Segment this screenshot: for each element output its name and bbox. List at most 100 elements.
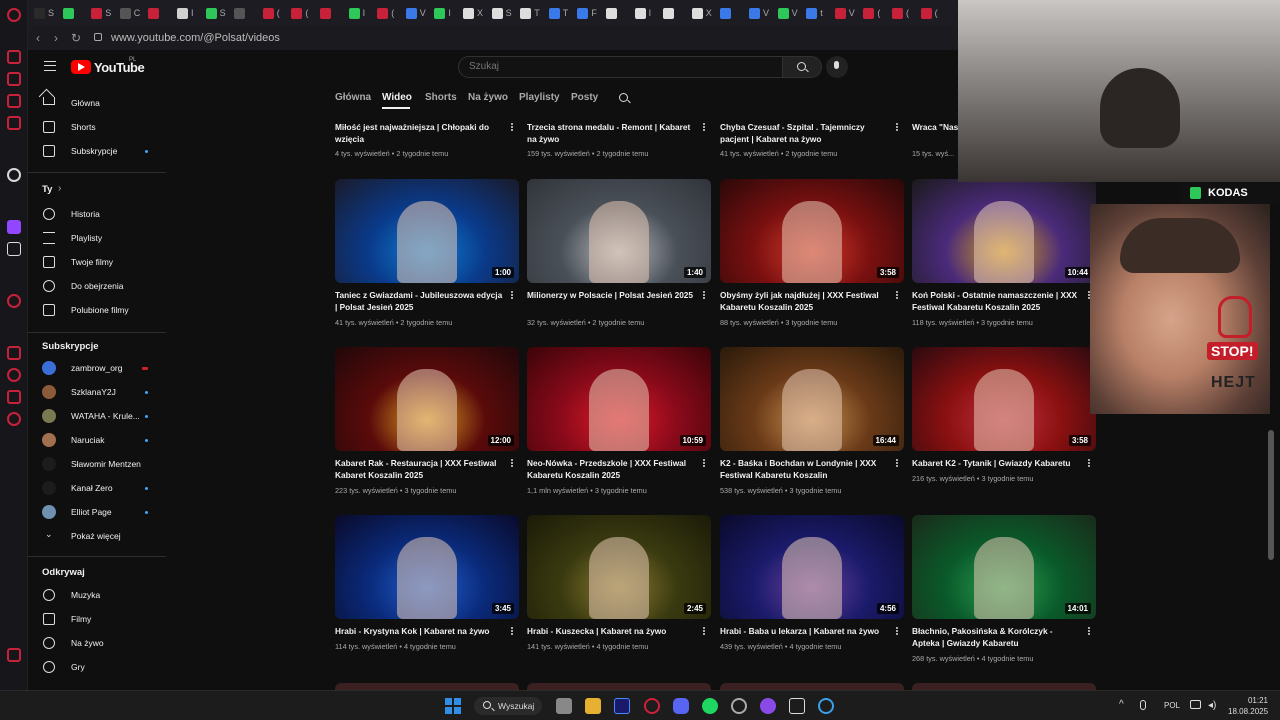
network-icon[interactable] bbox=[1190, 700, 1201, 709]
video-thumbnail[interactable]: 2:45 bbox=[527, 515, 711, 619]
browser-tab[interactable] bbox=[663, 6, 685, 20]
video-thumbnail[interactable] bbox=[720, 683, 904, 690]
video-title[interactable]: Błachnio, Pakosińska & Korólczyk - Aptek… bbox=[912, 626, 1080, 649]
channel-search-icon[interactable] bbox=[619, 93, 628, 102]
video-card[interactable]: 3:58 Obyśmy żyli jak najdłużej | XXX Fest… bbox=[720, 179, 904, 339]
video-title[interactable]: Kabaret Rak - Restauracja | XXX Festiwal… bbox=[335, 458, 503, 481]
reload-icon[interactable]: ↻ bbox=[71, 31, 81, 45]
video-thumbnail[interactable]: 14:01 bbox=[912, 515, 1096, 619]
browser-tab[interactable]: I bbox=[348, 6, 371, 20]
sidebar-subscription[interactable]: zambrow_org bbox=[28, 357, 166, 379]
browser-tab[interactable]: I bbox=[634, 6, 657, 20]
more-options-icon[interactable] bbox=[511, 123, 513, 125]
tab-1[interactable]: Wideo bbox=[382, 92, 412, 103]
video-card[interactable]: 10:59 Neo-Nówka - Przedszkole | XXX Festi… bbox=[527, 347, 711, 507]
search-button[interactable] bbox=[782, 56, 822, 78]
video-title[interactable]: Chyba Czesuaf - Szpital . Tajemniczy pac… bbox=[720, 122, 888, 145]
video-thumbnail[interactable]: 1:40 bbox=[527, 179, 711, 283]
more-options-icon[interactable] bbox=[511, 459, 513, 461]
opera-icon[interactable] bbox=[644, 698, 660, 714]
windows-start-icon[interactable] bbox=[445, 698, 461, 714]
video-thumbnail[interactable]: 3:45 bbox=[335, 515, 519, 619]
browser-tab[interactable]: ( bbox=[863, 6, 885, 20]
youtube-logo-icon[interactable] bbox=[71, 60, 91, 74]
browser-tab[interactable] bbox=[320, 6, 342, 20]
browser-tab[interactable]: V bbox=[749, 6, 771, 20]
language-indicator[interactable]: POL bbox=[1164, 701, 1180, 710]
video-title[interactable]: Obyśmy żyli jak najdłużej | XXX Festiwal… bbox=[720, 290, 888, 313]
browser-tab[interactable]: V bbox=[405, 6, 428, 20]
video-card[interactable]: 1:00 Taniec z Gwiazdami - Jubileuszowa ed… bbox=[335, 179, 519, 339]
url-text[interactable]: www.youtube.com/@Polsat/videos bbox=[111, 32, 280, 44]
capcut-icon[interactable] bbox=[789, 698, 805, 714]
video-title[interactable]: Trzecia strona medalu - Remont | Kabaret… bbox=[527, 122, 695, 145]
browser-tab[interactable]: S bbox=[91, 6, 113, 20]
browser-tab[interactable]: F bbox=[577, 6, 599, 20]
browser-tab[interactable]: ( bbox=[262, 6, 285, 20]
browser-tab[interactable]: ( bbox=[892, 6, 914, 20]
more-options-icon[interactable] bbox=[896, 291, 898, 293]
tray-chevron-icon[interactable]: ^ bbox=[1119, 699, 1124, 710]
you-heading[interactable]: Ty bbox=[42, 184, 52, 195]
video-thumbnail[interactable] bbox=[527, 683, 711, 690]
video-card[interactable]: 10:44 Koń Polski - Ostatnie namaszczenie … bbox=[912, 179, 1096, 339]
browser-tab[interactable]: S bbox=[34, 6, 56, 20]
browser-tab[interactable]: X bbox=[691, 6, 714, 20]
more-options-icon[interactable] bbox=[703, 291, 705, 293]
sidebar-item-you-1[interactable]: Playlisty bbox=[28, 227, 166, 249]
more-options-icon[interactable] bbox=[896, 123, 898, 125]
menu-icon[interactable] bbox=[44, 61, 56, 71]
chevron-right-icon[interactable]: › bbox=[58, 183, 61, 194]
more-options-icon[interactable] bbox=[511, 291, 513, 293]
video-card[interactable]: 4:56 Hrabi - Baba u lekarza | Kabaret na … bbox=[720, 515, 904, 675]
browser-tab[interactable] bbox=[148, 6, 170, 20]
tab-4[interactable]: Playlisty bbox=[519, 92, 560, 103]
browser-tab[interactable]: I bbox=[434, 6, 456, 20]
video-title[interactable]: Taniec z Gwiazdami - Jubileuszowa edycja… bbox=[335, 290, 503, 313]
browser-tab[interactable]: t bbox=[806, 6, 828, 20]
premiere-icon[interactable] bbox=[614, 698, 630, 714]
browser-tab[interactable]: V bbox=[777, 6, 800, 20]
browser-tab[interactable]: ( bbox=[920, 6, 943, 20]
tab-5[interactable]: Posty bbox=[571, 92, 598, 103]
more-options-icon[interactable] bbox=[703, 459, 705, 461]
browser-tab[interactable]: S bbox=[205, 6, 228, 20]
microphone-icon[interactable] bbox=[1140, 700, 1146, 710]
browser-tab[interactable] bbox=[234, 6, 256, 20]
video-card[interactable]: Wraca "Nasz... września w... 15 tys. wyś.… bbox=[912, 122, 958, 162]
video-card[interactable]: 12:00 Kabaret Rak - Restauracja | XXX Fes… bbox=[335, 347, 519, 507]
video-title[interactable]: Wraca "Nasz... września w... bbox=[912, 122, 958, 134]
task-view-icon[interactable] bbox=[556, 698, 572, 714]
scrollbar-thumb[interactable] bbox=[1268, 430, 1274, 560]
pinboard-rail-icon[interactable] bbox=[7, 72, 21, 86]
browser-tab[interactable]: T bbox=[520, 6, 542, 20]
sidebar-item-0[interactable]: Główna bbox=[28, 92, 166, 114]
more-options-icon[interactable] bbox=[1088, 627, 1090, 629]
video-title[interactable]: Hrabi - Baba u lekarza | Kabaret na żywo bbox=[720, 626, 888, 638]
video-card[interactable]: Miłość jest najważniejsza | Chłopaki do … bbox=[335, 122, 519, 162]
video-thumbnail[interactable]: 10:59 bbox=[527, 347, 711, 451]
player-rail-icon[interactable] bbox=[7, 294, 21, 308]
browser-tab[interactable]: I bbox=[177, 6, 199, 20]
discord-icon[interactable] bbox=[673, 698, 689, 714]
app-icon[interactable] bbox=[760, 698, 776, 714]
video-title[interactable]: Hrabi - Krystyna Kok | Kabaret na żywo bbox=[335, 626, 503, 638]
spotify-icon[interactable] bbox=[702, 698, 718, 714]
video-thumbnail[interactable]: 4:56 bbox=[720, 515, 904, 619]
browser-tab[interactable]: ( bbox=[377, 6, 399, 20]
video-title[interactable]: Miłość jest najważniejsza | Chłopaki do … bbox=[335, 122, 503, 145]
browser-tab[interactable]: ( bbox=[291, 6, 313, 20]
messenger-rail-icon[interactable] bbox=[7, 94, 21, 108]
sidebar-subscription[interactable]: Elliot Page bbox=[28, 501, 166, 523]
video-thumbnail[interactable]: 3:58 bbox=[912, 347, 1096, 451]
sidebar-item-explore-3[interactable]: Gry bbox=[28, 656, 166, 678]
tab-3[interactable]: Na żywo bbox=[468, 92, 508, 103]
video-title[interactable]: Neo-Nówka - Przedszkole | XXX Festiwal K… bbox=[527, 458, 695, 481]
search-input[interactable] bbox=[469, 61, 739, 72]
taskbar-search[interactable]: Wyszukaj bbox=[474, 697, 542, 715]
volume-icon[interactable]: ◂) bbox=[1208, 700, 1216, 711]
more-options-icon[interactable] bbox=[896, 627, 898, 629]
sidebar-subscription[interactable]: WATAHA - Krule... bbox=[28, 405, 166, 427]
clock-rail-icon[interactable] bbox=[7, 368, 21, 382]
more-options-icon[interactable] bbox=[511, 627, 513, 629]
